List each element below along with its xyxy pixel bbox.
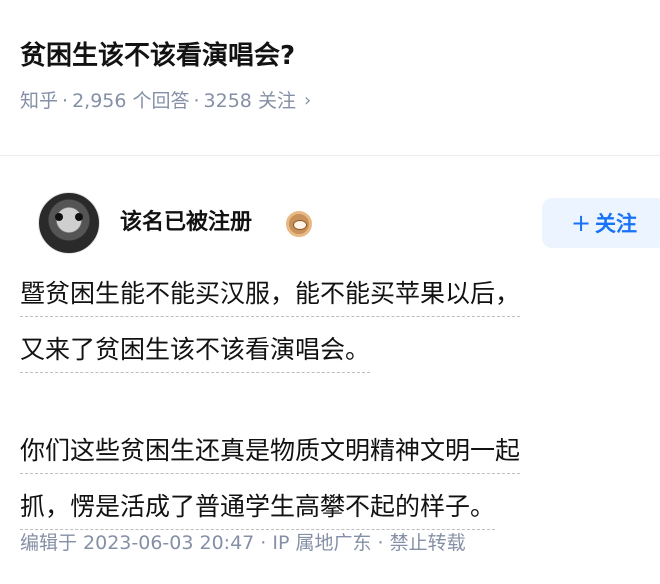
text-line: 又来了贫困生该不该看演唱会。 [20,328,371,373]
follow-label: 关注 [595,212,638,236]
question-meta[interactable]: 知乎 · 2,956 个回答 · 3258 关注 › [20,86,640,116]
answer-meta: 编辑于 2023-06-03 20:47 · IP 属地广东 · 禁止转载 [20,532,466,554]
separator: · [193,90,200,112]
follow-button[interactable]: + 关注 [542,198,660,248]
question-header: 贫困生该不该看演唱会? 知乎 · 2,956 个回答 · 3258 关注 › [0,0,660,156]
plus-icon: + [570,209,592,237]
paragraph: 暨贫困生能不能买汉服，能不能买苹果以后， 又来了贫困生该不该看演唱会。 [20,268,640,380]
avatar[interactable] [38,192,100,254]
source-label: 知乎 [20,90,59,112]
text-line: 抓，愣是活成了普通学生高攀不起的样子。 [20,485,496,530]
text-line: 你们这些贫困生还真是物质文明精神文明一起 [20,429,521,474]
author-name[interactable]: 该名已被注册 [120,208,252,238]
text-line: 暨贫困生能不能买汉服，能不能买苹果以后， [20,272,521,317]
eye-badge-icon [286,211,312,237]
follower-count: 3258 关注 [203,90,296,112]
answer-count: 2,956 个回答 [72,90,190,112]
answer-content: 暨贫困生能不能买汉服，能不能买苹果以后， 又来了贫困生该不该看演唱会。 你们这些… [20,268,640,537]
paragraph: 你们这些贫困生还真是物质文明精神文明一起 抓，愣是活成了普通学生高攀不起的样子。 [20,425,640,537]
chevron-right-icon[interactable]: › [304,86,311,116]
question-title[interactable]: 贫困生该不该看演唱会? [20,36,640,76]
separator: · [62,90,69,112]
